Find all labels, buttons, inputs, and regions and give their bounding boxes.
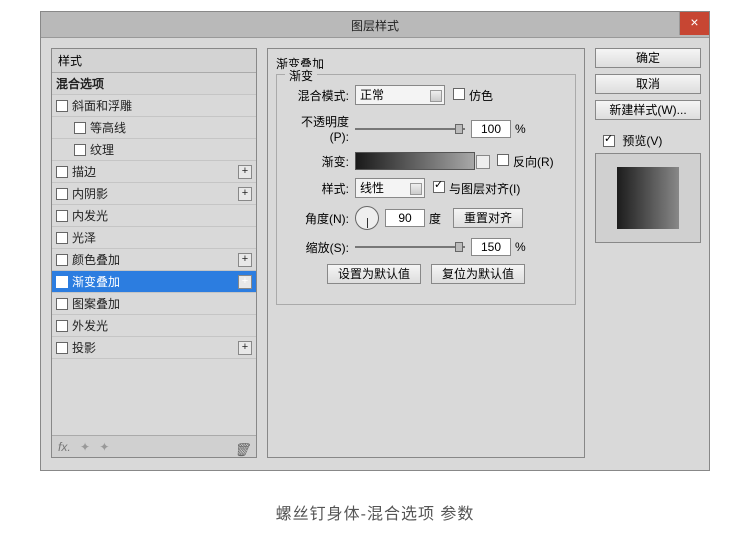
- new-style-button[interactable]: 新建样式(W)...: [595, 100, 701, 120]
- style-checkbox[interactable]: [56, 254, 68, 266]
- style-checkbox[interactable]: [56, 100, 68, 112]
- style-row[interactable]: 渐变叠加 +: [52, 271, 256, 293]
- style-checkbox[interactable]: [74, 122, 86, 134]
- gradient-group: 渐变 混合模式: 正常 仿色 不透明度(P): 100 %: [276, 74, 576, 305]
- window-title: 图层样式: [351, 17, 399, 34]
- style-row[interactable]: 外发光: [52, 315, 256, 337]
- dither-label: 仿色: [469, 87, 493, 104]
- style-checkbox[interactable]: [56, 210, 68, 222]
- styles-panel: 样式 混合选项斜面和浮雕等高线纹理描边 + 内阴影 + 内发光光泽颜色叠加 + 渐变叠加 + 图…: [51, 48, 257, 458]
- style-label: 样式:: [283, 180, 355, 197]
- style-row[interactable]: 内阴影 +: [52, 183, 256, 205]
- styles-footer: fx. ✦ ✦ 🗑: [52, 435, 256, 457]
- style-row[interactable]: 内发光: [52, 205, 256, 227]
- scale-slider[interactable]: [355, 240, 465, 254]
- cancel-button[interactable]: 取消: [595, 74, 701, 94]
- style-label: 混合选项: [56, 77, 104, 91]
- fx-label[interactable]: fx.: [58, 440, 71, 454]
- style-checkbox[interactable]: [56, 298, 68, 310]
- blend-mode-select[interactable]: 正常: [355, 85, 445, 105]
- style-label: 内发光: [72, 209, 108, 223]
- style-label: 斜面和浮雕: [72, 99, 132, 113]
- align-checkbox[interactable]: [433, 181, 445, 193]
- preview-label: 预览(V): [622, 134, 662, 148]
- scale-unit: %: [515, 240, 526, 254]
- opacity-input[interactable]: 100: [471, 120, 511, 138]
- reset-default-button[interactable]: 复位为默认值: [431, 264, 525, 284]
- styles-list: 混合选项斜面和浮雕等高线纹理描边 + 内阴影 + 内发光光泽颜色叠加 + 渐变叠加 + 图案叠加…: [52, 73, 256, 435]
- blend-mode-label: 混合模式:: [283, 87, 355, 104]
- style-row[interactable]: 颜色叠加 +: [52, 249, 256, 271]
- reset-align-button[interactable]: 重置对齐: [453, 208, 523, 228]
- style-checkbox[interactable]: [74, 144, 86, 156]
- add-effect-icon[interactable]: +: [238, 187, 252, 201]
- opacity-unit: %: [515, 122, 526, 136]
- style-select[interactable]: 线性: [355, 178, 425, 198]
- style-checkbox[interactable]: [56, 188, 68, 200]
- add-effect-icon[interactable]: +: [238, 341, 252, 355]
- scale-label: 缩放(S):: [283, 239, 355, 256]
- preview-area: [595, 153, 701, 243]
- style-label: 内阴影: [72, 187, 108, 201]
- options-panel: 渐变叠加 渐变 混合模式: 正常 仿色 不透明度(P): 100 %: [267, 48, 585, 458]
- add-effect-icon[interactable]: +: [238, 253, 252, 267]
- angle-unit: 度: [429, 210, 441, 227]
- style-label: 纹理: [90, 143, 114, 157]
- angle-dial[interactable]: [355, 206, 379, 230]
- style-row[interactable]: 投影 +: [52, 337, 256, 359]
- style-checkbox[interactable]: [56, 320, 68, 332]
- group-label: 渐变: [285, 67, 317, 84]
- style-row[interactable]: 纹理: [52, 139, 256, 161]
- move-down-icon[interactable]: ✦: [99, 436, 109, 458]
- ok-button[interactable]: 确定: [595, 48, 701, 68]
- align-label: 与图层对齐(I): [449, 180, 520, 197]
- titlebar[interactable]: 图层样式 ×: [41, 12, 709, 38]
- style-label: 图案叠加: [72, 297, 120, 311]
- style-row[interactable]: 等高线: [52, 117, 256, 139]
- style-row[interactable]: 光泽: [52, 227, 256, 249]
- caption: 螺丝钉身体-混合选项 参数: [0, 500, 750, 524]
- angle-label: 角度(N):: [283, 210, 355, 227]
- reverse-label: 反向(R): [513, 153, 554, 170]
- preview-checkbox[interactable]: [603, 135, 615, 147]
- scale-input[interactable]: 150: [471, 238, 511, 256]
- style-label: 光泽: [72, 231, 96, 245]
- style-checkbox[interactable]: [56, 276, 68, 288]
- trash-icon[interactable]: 🗑: [233, 439, 250, 461]
- style-row[interactable]: 描边 +: [52, 161, 256, 183]
- add-effect-icon[interactable]: +: [238, 275, 252, 289]
- preview-swatch: [617, 167, 679, 229]
- style-row[interactable]: 图案叠加: [52, 293, 256, 315]
- styles-header: 样式: [52, 49, 256, 73]
- reverse-checkbox[interactable]: [497, 154, 509, 166]
- style-row[interactable]: 斜面和浮雕: [52, 95, 256, 117]
- style-checkbox[interactable]: [56, 166, 68, 178]
- layer-style-dialog: 图层样式 × 样式 混合选项斜面和浮雕等高线纹理描边 + 内阴影 + 内发光光泽颜色叠加…: [40, 11, 710, 471]
- style-checkbox[interactable]: [56, 232, 68, 244]
- move-up-icon[interactable]: ✦: [80, 436, 90, 458]
- opacity-label: 不透明度(P):: [283, 113, 355, 144]
- opacity-slider[interactable]: [355, 122, 465, 136]
- style-label: 描边: [72, 165, 96, 179]
- close-button[interactable]: ×: [679, 12, 709, 35]
- add-effect-icon[interactable]: +: [238, 165, 252, 179]
- gradient-picker[interactable]: [355, 152, 475, 170]
- style-label: 等高线: [90, 121, 126, 135]
- style-label: 投影: [72, 341, 96, 355]
- gradient-label: 渐变:: [283, 153, 355, 170]
- angle-input[interactable]: 90: [385, 209, 425, 227]
- button-panel: 确定 取消 新建样式(W)... 预览(V): [595, 48, 701, 243]
- style-label: 颜色叠加: [72, 253, 120, 267]
- style-row[interactable]: 混合选项: [52, 73, 256, 95]
- make-default-button[interactable]: 设置为默认值: [327, 264, 421, 284]
- style-label: 渐变叠加: [72, 275, 120, 289]
- style-checkbox[interactable]: [56, 342, 68, 354]
- style-label: 外发光: [72, 319, 108, 333]
- dither-checkbox[interactable]: [453, 88, 465, 100]
